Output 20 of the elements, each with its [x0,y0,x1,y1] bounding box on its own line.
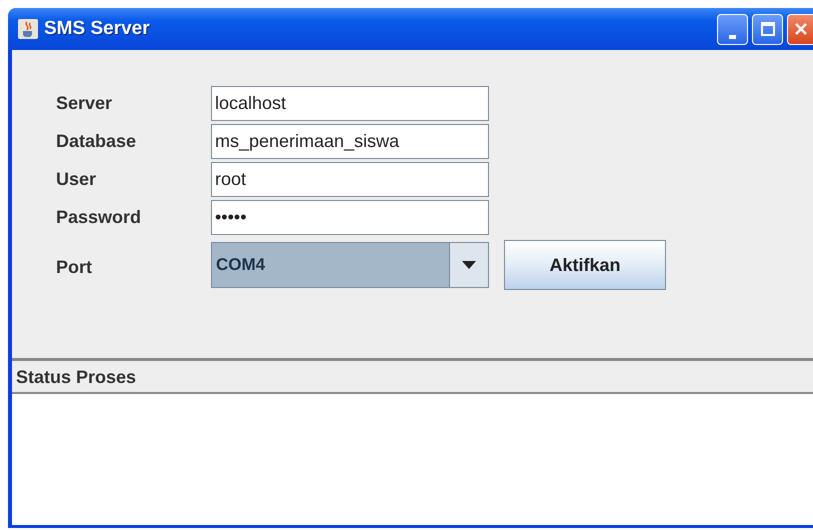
activate-button[interactable]: Aktifkan [504,240,666,290]
maximize-icon [760,21,776,37]
minimize-icon [729,34,736,38]
java-cup-icon [18,19,38,39]
field-label: Password [56,207,142,228]
field-label: User [56,169,98,190]
input-field[interactable]: ••••• [211,200,489,235]
window-title: SMS Server [44,18,150,40]
port-dropdown[interactable]: COM4 [211,242,489,288]
field-label: Database [56,131,138,152]
maximize-button[interactable] [752,14,783,44]
field-label: Port [56,256,93,278]
close-icon [792,21,808,37]
input-field[interactable]: root [211,162,489,197]
minimize-button[interactable] [717,14,748,44]
input-field[interactable]: localhost [211,86,489,121]
input-field[interactable]: ms_penerimaan_siswa [211,124,489,159]
dropdown-arrow-icon [462,261,476,269]
close-button[interactable] [787,14,813,44]
field-label: Server [56,93,114,114]
